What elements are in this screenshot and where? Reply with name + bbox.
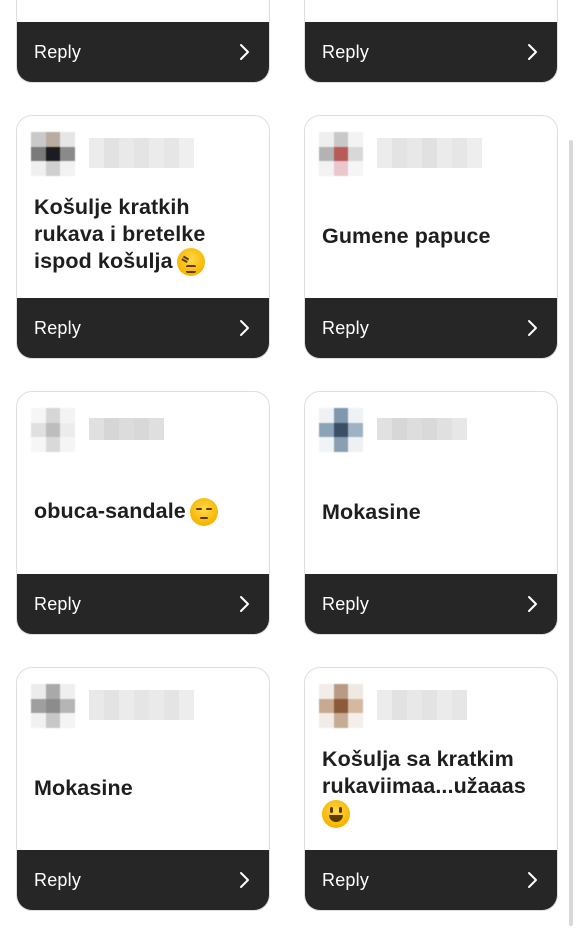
answer-card[interactable]: Reply [16, 0, 270, 83]
reply-button[interactable]: Reply [305, 574, 557, 634]
reply-label: Reply [322, 593, 370, 614]
answer-card[interactable]: Košulja sa kratkim rukaviimaa...užaaas R… [304, 667, 558, 911]
reply-button[interactable]: Reply [305, 850, 557, 910]
answer-card[interactable]: Gumene papuce Reply [304, 115, 558, 359]
answer-author [319, 684, 543, 732]
chevron-right-icon [240, 596, 249, 612]
answer-author [319, 132, 543, 180]
avatar [319, 132, 363, 176]
username-blurred [89, 690, 194, 720]
answer-card[interactable]: Košulje kratkih rukava i bretelke ispod … [16, 115, 270, 359]
reply-button[interactable]: Reply [17, 22, 269, 82]
reply-label: Reply [34, 41, 82, 62]
reply-label: Reply [322, 869, 370, 890]
answer-text: obuca-sandale [34, 492, 253, 532]
question-replies-screen: Reply Reply Košulje kratkih rukava i bre… [0, 0, 576, 928]
chevron-right-icon [528, 320, 537, 336]
reply-label: Reply [322, 317, 370, 338]
answer-card[interactable]: Mokasine Reply [16, 667, 270, 911]
username-blurred [377, 690, 467, 720]
answer-text: Mokasine [322, 499, 421, 524]
chevron-right-icon [528, 596, 537, 612]
reply-button[interactable]: Reply [17, 298, 269, 358]
reply-label: Reply [34, 869, 82, 890]
reply-button[interactable]: Reply [305, 298, 557, 358]
avatar [319, 408, 363, 452]
username-blurred [89, 418, 164, 440]
chevron-right-icon [240, 872, 249, 888]
answer-author [31, 684, 255, 732]
smiley-face-icon [322, 800, 350, 829]
chevron-right-icon [240, 44, 249, 60]
unamused-face-icon [189, 498, 218, 527]
avatar [319, 684, 363, 728]
answer-author [31, 408, 255, 456]
avatar [31, 684, 75, 728]
reply-button[interactable]: Reply [305, 22, 557, 82]
answer-card[interactable]: Reply [304, 0, 558, 83]
chevron-right-icon [528, 872, 537, 888]
reply-button[interactable]: Reply [17, 850, 269, 910]
username-blurred [377, 138, 482, 168]
chevron-right-icon [240, 320, 249, 336]
answer-author [31, 132, 255, 180]
answer-text: Gumene papuce [322, 223, 491, 248]
scrollbar[interactable] [569, 140, 573, 926]
avatar [31, 408, 75, 452]
answer-card[interactable]: obuca-sandale Reply [16, 391, 270, 635]
answer-card[interactable]: Mokasine Reply [304, 391, 558, 635]
reply-label: Reply [34, 593, 82, 614]
username-blurred [89, 138, 194, 168]
answer-text: Košulja sa kratkim rukaviimaa...užaaas [322, 746, 541, 829]
username-blurred [377, 418, 467, 440]
chevron-right-icon [528, 44, 537, 60]
reply-label: Reply [34, 317, 82, 338]
answer-text: Košulje kratkih rukava i bretelke ispod … [34, 194, 253, 277]
answer-author [319, 408, 543, 456]
avatar [31, 132, 75, 176]
reply-label: Reply [322, 41, 370, 62]
answer-text: Mokasine [34, 775, 133, 800]
confounded-face-icon [176, 248, 205, 277]
reply-button[interactable]: Reply [17, 574, 269, 634]
